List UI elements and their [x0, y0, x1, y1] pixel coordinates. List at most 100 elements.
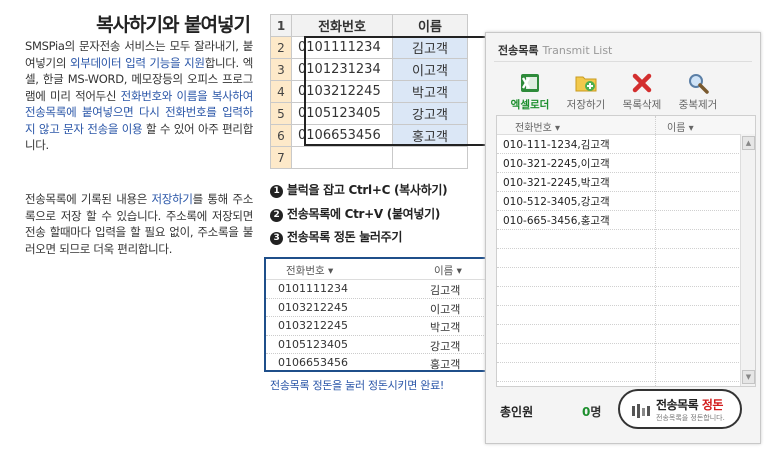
highlighted-text: 외부데이터 입력 기능을 지원 — [69, 55, 205, 70]
save-button[interactable]: 저장하기 — [560, 71, 612, 112]
transmit-list-window: 전송목록 Transmit List 엑셀로더 저장하기 목록삭제 중복제거 전… — [485, 32, 761, 444]
scroll-up-icon[interactable]: ▲ — [742, 136, 755, 150]
folder-add-icon — [575, 76, 597, 92]
list-item[interactable] — [497, 344, 755, 363]
result-phone: 0103212245 — [278, 300, 348, 314]
result-col-phone: 전화번호 ▾ — [286, 265, 334, 277]
sorted-result-panel: 전화번호 ▾ 이름 ▾ 0101111234 김고객 0103212245 이고객 … — [264, 257, 512, 372]
header-name: 이름 — [392, 14, 468, 37]
row-number: 1 — [270, 14, 292, 37]
result-name: 홍고객 — [430, 358, 461, 371]
step-3: 3 전송목록 정돈 눌러주기 — [270, 228, 402, 245]
sort-list-button[interactable]: 전송목록 정돈 전송목록을 정돈합니다. — [618, 389, 742, 429]
toolbar-label: 엑셀로더 — [510, 99, 550, 111]
remove-duplicates-button[interactable]: 중복제거 — [672, 71, 724, 112]
cell-phone: 0105123405 — [291, 102, 393, 125]
list-item[interactable]: 010-665-3456,홍고객 — [497, 211, 755, 230]
step-number-badge: 2 — [270, 209, 283, 222]
list-item[interactable]: 010-111-1234,김고객 — [497, 135, 755, 154]
spreadsheet-example: 1 전화번호 이름 2 0101111234 김고객 3 0101231234 … — [270, 14, 468, 169]
result-phone: 0103212245 — [278, 319, 348, 332]
result-row: 0103212245 이고객 — [266, 299, 510, 317]
list-item[interactable] — [497, 306, 755, 325]
sheet-row: 5 0105123405 강고객 — [270, 102, 468, 125]
row-number: 4 — [270, 80, 292, 103]
sort-label-main: 전송목록 — [656, 398, 702, 412]
result-col-name: 이름 ▾ — [434, 265, 462, 277]
row-number: 5 — [270, 102, 292, 125]
step-text: 전송목록에 Ctr+V (붙여넣기) — [287, 207, 441, 221]
scroll-down-icon[interactable]: ▼ — [742, 370, 755, 384]
scrollbar[interactable]: ▲ ▼ — [740, 134, 755, 386]
delete-list-button[interactable]: 목록삭제 — [616, 71, 668, 112]
list-col-phone[interactable]: 전화번호 ▾ — [515, 119, 560, 134]
recipient-count: 0명 — [582, 403, 601, 420]
list-item-text: 010-512-3405,강고객 — [503, 196, 610, 208]
sort-button-label: 전송목록 정돈 — [656, 396, 723, 413]
window-title-en: Transmit List — [542, 44, 613, 57]
list-item-text: 010-665-3456,홍고객 — [503, 215, 610, 227]
step-text: 블럭을 잡고 Ctrl+C (복사하기) — [287, 183, 448, 197]
highlighted-text: 저장하기 — [151, 192, 193, 206]
result-header: 전화번호 ▾ 이름 ▾ — [266, 259, 510, 280]
result-phone: 0101111234 — [278, 282, 348, 295]
list-item[interactable] — [497, 249, 755, 268]
total-label: 총인원 — [500, 405, 534, 419]
result-name: 이고객 — [430, 302, 461, 316]
list-item[interactable] — [497, 230, 755, 249]
cell-phone: 0106653456 — [291, 124, 393, 147]
list-item-text: 010-321-2245,이고객 — [503, 158, 610, 170]
article-paragraph-2: 전송목록에 기록된 내용은 저장하기를 통해 주소록으로 저장 할 수 있습니다… — [25, 191, 253, 257]
sheet-row: 2 0101111234 김고객 — [270, 36, 468, 59]
toolbar-label: 저장하기 — [566, 99, 606, 111]
sheet-row: 6 0106653456 홍고객 — [270, 124, 468, 147]
list-item[interactable] — [497, 325, 755, 344]
step-number-badge: 3 — [270, 232, 283, 245]
excel-loader-button[interactable]: 엑셀로더 — [504, 71, 556, 112]
list-item[interactable] — [497, 287, 755, 306]
result-row: 0105123405 강고객 — [266, 336, 510, 354]
list-item[interactable]: 010-321-2245,이고객 — [497, 154, 755, 173]
toolbar-label: 중복제거 — [678, 99, 718, 111]
window-title-ko: 전송목록 — [498, 44, 539, 57]
sheet-row: 4 0103212245 박고객 — [270, 80, 468, 103]
sort-label-accent: 정돈 — [701, 398, 724, 412]
count-unit: 명 — [590, 405, 602, 419]
sort-button-sub: 전송목록을 정돈합니다. — [656, 414, 725, 422]
cell-name: 박고객 — [392, 80, 468, 103]
done-caption: 전송목록 정돈을 눌러 정돈시키면 완료! — [270, 379, 445, 392]
result-row: 0101111234 김고객 — [266, 280, 510, 299]
list-item-text: 010-111-1234,김고객 — [503, 139, 610, 151]
sheet-row: 3 0101231234 이고객 — [270, 58, 468, 81]
magnifier-icon — [689, 74, 709, 94]
delete-x-icon — [632, 73, 652, 93]
result-row: 0106653456 홍고객 — [266, 354, 510, 372]
header-phone: 전화번호 — [291, 14, 393, 37]
cell-name: 김고객 — [392, 36, 468, 59]
list-col-name[interactable]: 이름 ▾ — [667, 119, 694, 134]
list-item[interactable] — [497, 268, 755, 287]
list-header: 전화번호 ▾ 이름 ▾ — [497, 116, 755, 135]
list-item[interactable]: 010-321-2245,박고객 — [497, 173, 755, 192]
cell-name — [392, 146, 468, 169]
result-row: 0103212245 박고객 — [266, 317, 510, 336]
article-title: 복사하기와 붙여넣기 — [96, 14, 251, 36]
cell-phone: 0101111234 — [291, 36, 393, 59]
sheet-header-row: 1 전화번호 이름 — [270, 14, 468, 37]
row-number: 7 — [270, 146, 292, 169]
list-item[interactable] — [497, 363, 755, 382]
row-number: 2 — [270, 36, 292, 59]
article-paragraph-1: SMSPia의 문자전송 서비스는 모두 잘라내기, 붙여넣기의 외부데이터 입… — [25, 38, 253, 154]
bars-icon — [632, 404, 650, 418]
transmit-list[interactable]: 전화번호 ▾ 이름 ▾ 010-111-1234,김고객 010-321-2245… — [496, 115, 756, 387]
step-text: 전송목록 정돈 눌러주기 — [287, 230, 403, 244]
list-item-text: 010-321-2245,박고객 — [503, 177, 610, 189]
cell-name: 이고객 — [392, 58, 468, 81]
result-phone: 0106653456 — [278, 356, 348, 369]
list-item[interactable]: 010-512-3405,강고객 — [497, 192, 755, 211]
step-2: 2 전송목록에 Ctr+V (붙여넣기) — [270, 205, 440, 222]
row-number: 6 — [270, 124, 292, 147]
result-name: 박고객 — [430, 321, 461, 334]
sheet-row: 7 — [270, 146, 468, 169]
list-rows: 010-111-1234,김고객 010-321-2245,이고객 010-321-… — [497, 135, 755, 382]
